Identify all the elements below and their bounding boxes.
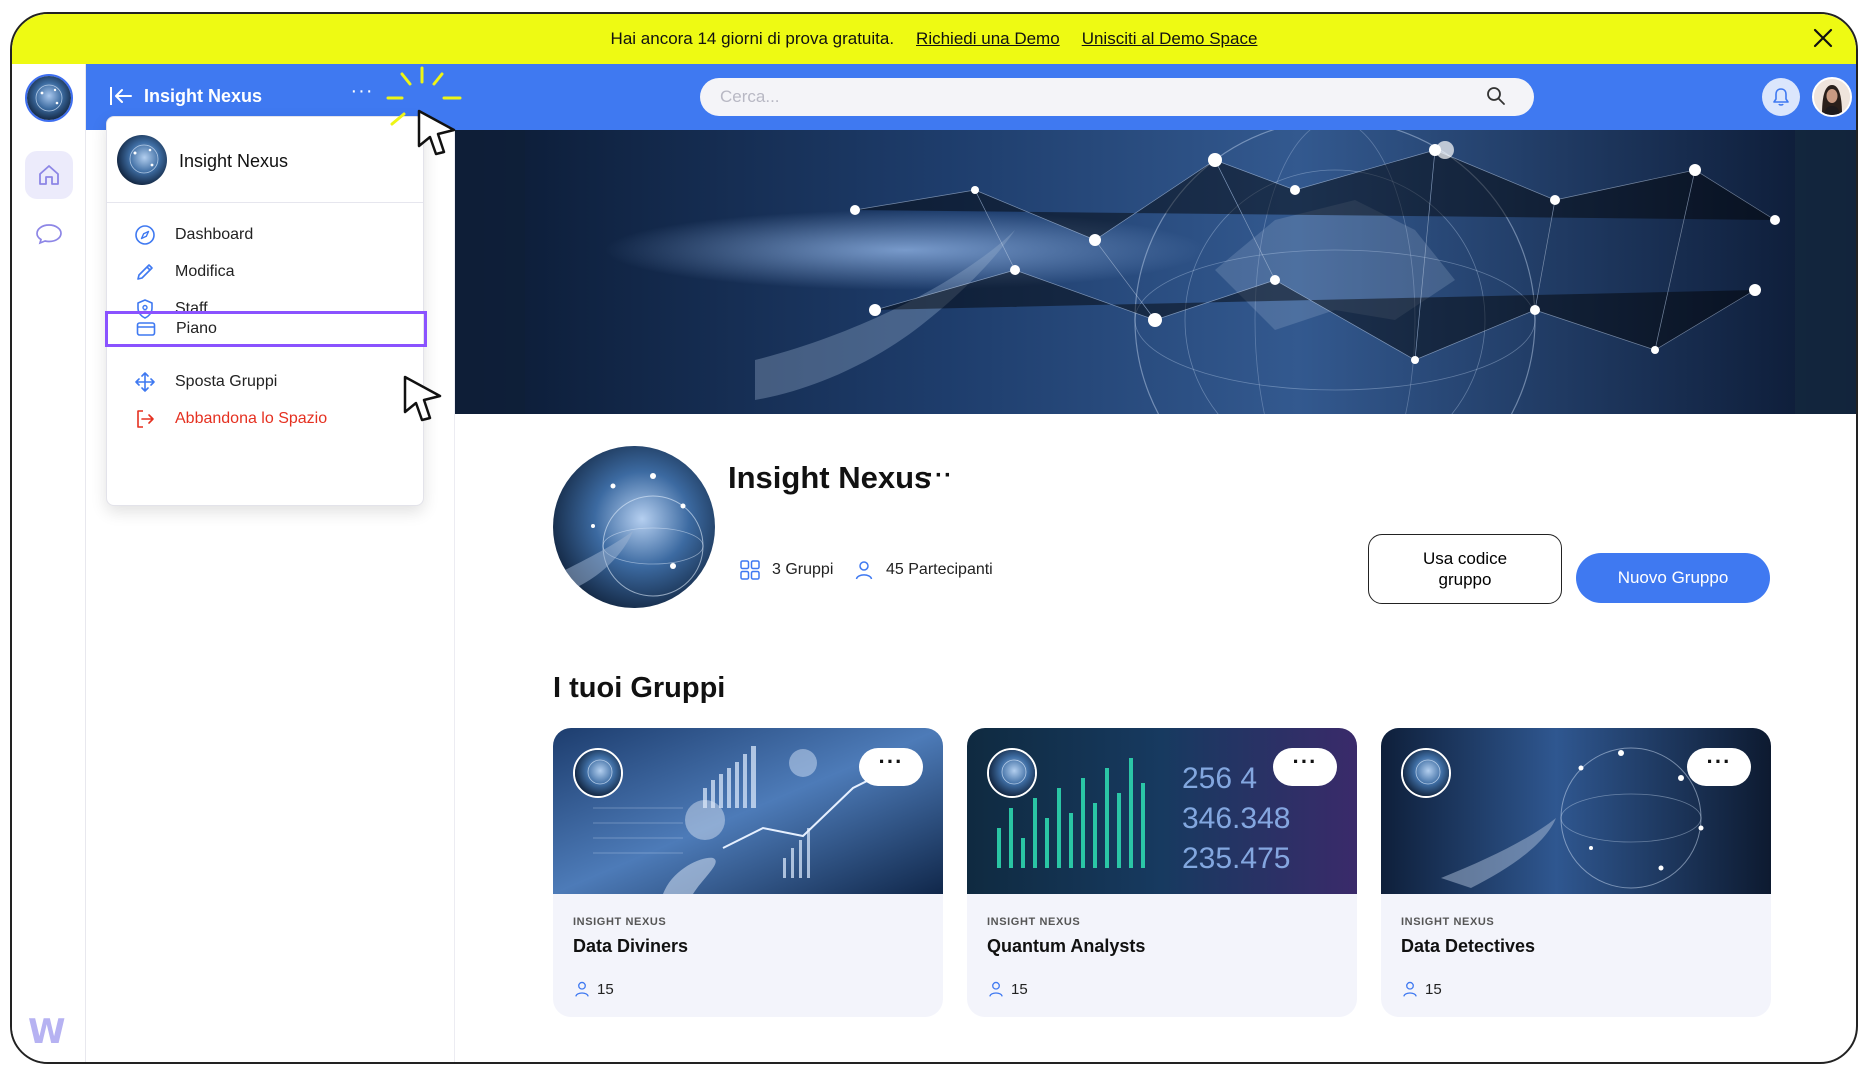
menu-item-abbandona-spazio[interactable]: Abbandona lo Spazio — [107, 401, 425, 437]
credit-card-icon — [134, 317, 158, 341]
left-rail: W — [12, 64, 86, 1062]
menu-item-modifica[interactable]: Modifica — [107, 254, 425, 290]
space-cover-image — [455, 130, 1856, 414]
group-members: 15 — [987, 980, 1028, 998]
svg-text:235.475: 235.475 — [1182, 842, 1290, 875]
compass-icon — [133, 223, 157, 247]
menu-item-label: Piano — [176, 320, 217, 337]
search-input[interactable] — [700, 78, 1534, 116]
group-space-logo — [573, 748, 623, 798]
group-card[interactable]: ··· INSIGHT NEXUS Data Diviners 15 — [553, 728, 943, 1017]
notifications-button[interactable] — [1762, 78, 1800, 116]
group-org-label: INSIGHT NEXUS — [573, 916, 667, 928]
exit-icon — [133, 407, 157, 431]
user-icon — [989, 981, 1003, 997]
bell-icon — [1773, 88, 1789, 106]
space-title: Insight Nexus — [144, 86, 263, 106]
brand-logo-icon: W — [28, 1012, 66, 1052]
group-options-button[interactable]: ··· — [859, 748, 923, 786]
participants-count-label: 45 Partecipanti — [886, 561, 993, 578]
grid-icon — [738, 558, 762, 582]
group-name: Quantum Analysts — [987, 936, 1146, 956]
space-options-button[interactable]: ··· — [348, 80, 376, 108]
home-nav-button[interactable] — [25, 151, 73, 199]
new-group-button[interactable]: Nuovo Gruppo — [1576, 553, 1770, 603]
group-org-label: INSIGHT NEXUS — [1401, 916, 1495, 928]
menu-item-piano[interactable]: Piano — [105, 311, 427, 347]
svg-text:346.348: 346.348 — [1182, 802, 1290, 835]
chat-nav-button[interactable] — [29, 214, 69, 254]
request-demo-link[interactable]: Richiedi una Demo — [916, 29, 1060, 49]
space-name: Insight Nexus — [728, 460, 932, 495]
group-space-logo — [987, 748, 1037, 798]
group-name: Data Detectives — [1401, 936, 1536, 956]
chat-bubble-icon — [36, 224, 62, 245]
group-members-count: 15 — [1425, 980, 1442, 998]
space-options-menu: Insight Nexus Dashboard Modifica Staff P… — [105, 116, 427, 506]
groups-count: 3 Gruppi — [738, 558, 833, 582]
collapse-sidebar-icon[interactable] — [108, 84, 134, 108]
group-space-logo — [1401, 748, 1451, 798]
groups-section-title: I tuoi Gruppi — [553, 672, 726, 704]
user-icon — [1403, 981, 1417, 997]
participants-count: 45 Partecipanti — [852, 558, 993, 582]
group-options-button[interactable]: ··· — [1687, 748, 1751, 786]
use-group-code-button[interactable]: Usa codice gruppo — [1368, 534, 1562, 604]
trial-banner: Hai ancora 14 giorni di prova gratuita. … — [12, 14, 1856, 64]
space-more-button[interactable]: ··· — [926, 462, 953, 490]
group-card[interactable]: 256 4 346.348 235.475 ··· INSIGHT NEXUS Qu… — [967, 728, 1357, 1017]
move-arrows-icon — [133, 370, 157, 394]
close-icon[interactable] — [1810, 25, 1836, 51]
groups-count-label: 3 Gruppi — [772, 561, 834, 578]
app-window: Hai ancora 14 giorni di prova gratuita. … — [10, 12, 1858, 1064]
menu-space-logo — [117, 135, 167, 185]
group-members: 15 — [573, 980, 614, 998]
svg-text:256 4: 256 4 — [1182, 762, 1257, 795]
space-avatar — [553, 446, 715, 608]
menu-item-dashboard[interactable]: Dashboard — [107, 217, 425, 253]
group-members-count: 15 — [597, 980, 614, 998]
group-members-count: 15 — [1011, 980, 1028, 998]
menu-item-label: Sposta Gruppi — [175, 373, 278, 390]
menu-item-label: Dashboard — [175, 226, 254, 243]
pencil-icon — [133, 260, 157, 284]
menu-space-title: Insight Nexus — [179, 151, 289, 171]
trial-message: Hai ancora 14 giorni di prova gratuita. — [610, 29, 895, 48]
group-options-button[interactable]: ··· — [1273, 748, 1337, 786]
group-org-label: INSIGHT NEXUS — [987, 916, 1081, 928]
menu-header: Insight Nexus — [107, 117, 423, 203]
menu-item-label: Abbandona lo Spazio — [175, 410, 328, 427]
group-card[interactable]: ··· INSIGHT NEXUS Data Detectives 15 — [1381, 728, 1771, 1017]
search-icon[interactable] — [1486, 86, 1506, 106]
user-icon — [575, 981, 589, 997]
group-name: Data Diviners — [573, 936, 689, 956]
user-icon — [852, 558, 876, 582]
join-demo-space-link[interactable]: Unisciti al Demo Space — [1082, 29, 1258, 49]
space-logo[interactable] — [25, 74, 73, 122]
user-avatar[interactable] — [1812, 77, 1852, 117]
group-members: 15 — [1401, 980, 1442, 998]
menu-item-sposta-gruppi[interactable]: Sposta Gruppi — [107, 364, 425, 400]
menu-item-label: Modifica — [175, 263, 235, 280]
home-icon — [39, 165, 59, 185]
